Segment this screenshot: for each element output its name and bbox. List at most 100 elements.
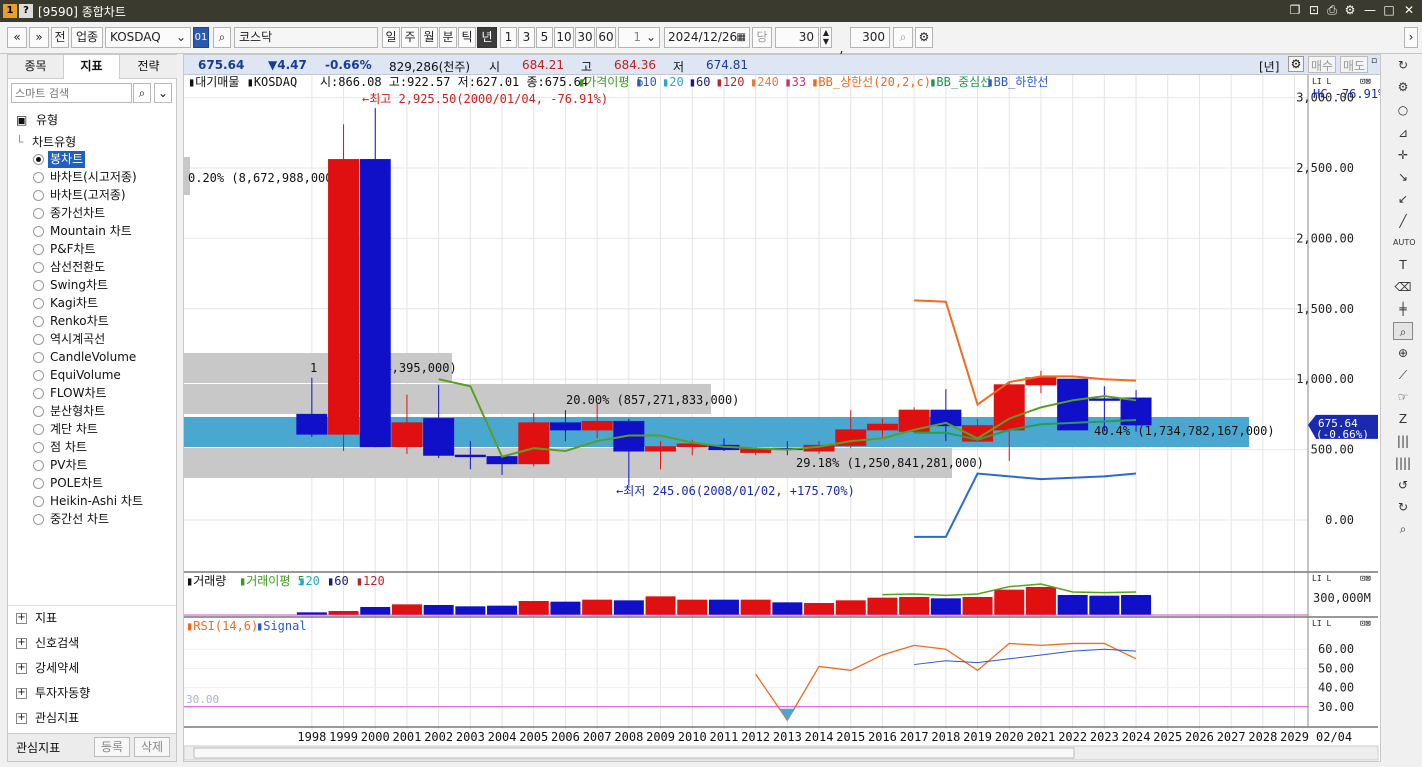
cross-line-icon[interactable]: ✛ xyxy=(1393,146,1413,164)
chart-type-radio[interactable] xyxy=(33,226,44,237)
tab-strategy[interactable]: 전략 xyxy=(120,55,177,79)
chart-type-item[interactable]: 점 차트 xyxy=(48,439,89,456)
auto-trend-icon[interactable]: AUTO xyxy=(1393,234,1416,252)
chart-type-item[interactable]: Mountain 차트 xyxy=(48,223,134,240)
chart-type-radio[interactable] xyxy=(33,244,44,255)
interval-30[interactable]: 30 xyxy=(575,27,595,48)
tab-indicator[interactable]: 지표 xyxy=(64,55,120,79)
delete-button[interactable]: 삭제 xyxy=(134,737,170,757)
magnifier-icon[interactable]: ⌕ xyxy=(1393,322,1413,340)
period-day[interactable]: 일 xyxy=(382,27,400,48)
candle-icon[interactable]: ╪ xyxy=(1393,300,1413,318)
chart-type-radio[interactable] xyxy=(33,406,44,417)
chart-type-item[interactable]: CandleVolume xyxy=(48,349,138,366)
circle-icon[interactable]: ○ xyxy=(1393,101,1413,119)
text-tool-icon[interactable]: T xyxy=(1393,256,1413,274)
chart-type-item[interactable]: 종가선차트 xyxy=(48,205,107,222)
register-button[interactable]: 등록 xyxy=(94,737,130,757)
chart-type-item[interactable]: 삼선전환도 xyxy=(48,259,107,276)
eraser-icon[interactable]: ⌫ xyxy=(1393,278,1413,296)
chart-type-item[interactable]: 바차트(고저종) xyxy=(48,187,128,204)
date-field[interactable]: 2024/12/26 ▦ xyxy=(664,27,750,48)
chart-type-radio[interactable] xyxy=(33,478,44,489)
view-count-input[interactable]: 30 xyxy=(775,27,819,48)
chart-type-item[interactable]: PV차트 xyxy=(48,457,90,474)
chart-type-item[interactable]: 계단 차트 xyxy=(48,421,100,438)
print-icon[interactable]: ⎙ xyxy=(1324,3,1340,18)
search-icon[interactable]: ⌕ xyxy=(1393,520,1413,538)
chart-type-item[interactable]: EquiVolume xyxy=(48,367,123,384)
buy-button[interactable]: 매수 xyxy=(1308,56,1336,73)
zoom-icon[interactable]: ⌕ xyxy=(893,27,913,48)
chart-type-item[interactable]: 역시계곡선 xyxy=(48,331,107,348)
chart-canvas[interactable]: 3,000.002,500.002,000.001,500.001,000.00… xyxy=(184,75,1381,762)
line-tool-icon[interactable]: ↘ xyxy=(1393,168,1413,186)
redo-icon[interactable]: ↻ xyxy=(1393,498,1413,516)
period-month[interactable]: 월 xyxy=(420,27,438,48)
chart-type-item[interactable]: Swing차트 xyxy=(48,277,110,294)
jeon-button[interactable]: 전 xyxy=(51,27,69,48)
chart-type-radio[interactable] xyxy=(33,424,44,435)
chart-type-item[interactable]: FLOW차트 xyxy=(48,385,109,402)
help-icon[interactable]: ? xyxy=(19,4,33,18)
chart-type-item[interactable]: P&F차트 xyxy=(48,241,98,258)
chart-type-radio[interactable] xyxy=(33,154,44,165)
view-count-stepper[interactable]: ▲ ▼ xyxy=(820,27,832,48)
interval-5[interactable]: 5 xyxy=(536,27,553,48)
interval-60[interactable]: 60 xyxy=(596,27,616,48)
chart-type-radio[interactable] xyxy=(33,280,44,291)
analysis-icon[interactable]: ⊿ xyxy=(1393,124,1413,142)
zoom-in-icon[interactable]: ⊕ xyxy=(1393,344,1413,362)
settings-icon[interactable]: ⚙ xyxy=(915,27,933,48)
period-week[interactable]: 주 xyxy=(401,27,419,48)
chart-type-radio[interactable] xyxy=(33,172,44,183)
chart-area[interactable]: 675.64 ▼4.47 -0.66% 829,286(천주) 시 684.21… xyxy=(183,54,1381,762)
chart-type-radio[interactable] xyxy=(33,370,44,381)
count-select[interactable]: 1 ⌄ xyxy=(618,27,660,48)
bars-icon[interactable]: ||| xyxy=(1393,432,1413,450)
chart-type-item[interactable]: 봉차트 xyxy=(48,151,86,168)
calendar-icon[interactable]: ▦ xyxy=(737,28,746,47)
chart-type-item[interactable]: Renko차트 xyxy=(48,313,111,330)
tree-group-chart-type[interactable]: 차트유형 xyxy=(32,134,76,151)
search-icon[interactable]: ⌕ xyxy=(213,27,231,48)
dang-button[interactable]: 당 xyxy=(752,27,772,48)
upjong-button[interactable]: 업종 xyxy=(71,27,103,48)
interval-3[interactable]: 3 xyxy=(518,27,535,48)
chart-type-radio[interactable] xyxy=(33,442,44,453)
section-strength[interactable]: + 강세약세 xyxy=(16,657,79,679)
chart-type-radio[interactable] xyxy=(33,514,44,525)
period-tick[interactable]: 틱 xyxy=(458,27,476,48)
chart-type-radio[interactable] xyxy=(33,352,44,363)
grid-icon[interactable]: |||| xyxy=(1393,454,1413,472)
chart-type-item[interactable]: POLE차트 xyxy=(48,475,105,492)
chart-type-radio[interactable] xyxy=(33,316,44,327)
close-icon[interactable]: ✕ xyxy=(1401,3,1417,17)
section-favorite-indicator[interactable]: + 관심지표 xyxy=(16,707,79,729)
chart-type-radio[interactable] xyxy=(33,496,44,507)
market-select[interactable]: KOSDAQ ⌄ xyxy=(105,27,191,48)
chart-type-radio[interactable] xyxy=(33,190,44,201)
maximize-icon[interactable]: □ xyxy=(1381,3,1397,17)
chevron-down-icon[interactable]: ⌄ xyxy=(154,83,172,103)
sell-button[interactable]: 매도 xyxy=(1340,56,1368,73)
ray-tool-icon[interactable]: ↙ xyxy=(1393,190,1413,208)
pointer-icon[interactable]: ☞ xyxy=(1393,388,1413,406)
chart-type-item[interactable]: 분산형차트 xyxy=(48,403,107,420)
gear-icon[interactable]: ⚙ xyxy=(1288,56,1304,72)
tab-stock[interactable]: 종목 xyxy=(8,55,64,79)
settings-icon[interactable]: ⚙ xyxy=(1393,78,1413,96)
chart-type-radio[interactable] xyxy=(33,460,44,471)
section-indicator[interactable]: + 지표 xyxy=(16,607,57,629)
smart-search-input[interactable] xyxy=(11,83,132,103)
section-signal-search[interactable]: + 신호검색 xyxy=(16,632,79,654)
gear-icon[interactable]: ⚙ xyxy=(1342,3,1358,17)
period-minute[interactable]: 분 xyxy=(439,27,457,48)
code-box[interactable]: 01 xyxy=(193,27,209,48)
restore-icon[interactable]: ⊡ xyxy=(1306,3,1322,17)
minimize-icon[interactable]: — xyxy=(1362,3,1378,17)
refresh-icon[interactable]: ↻ xyxy=(1393,56,1413,74)
chart-type-item[interactable]: Heikin-Ashi 차트 xyxy=(48,493,145,510)
nav-prev-button[interactable]: « xyxy=(7,27,27,48)
undo-icon[interactable]: ↺ xyxy=(1393,476,1413,494)
